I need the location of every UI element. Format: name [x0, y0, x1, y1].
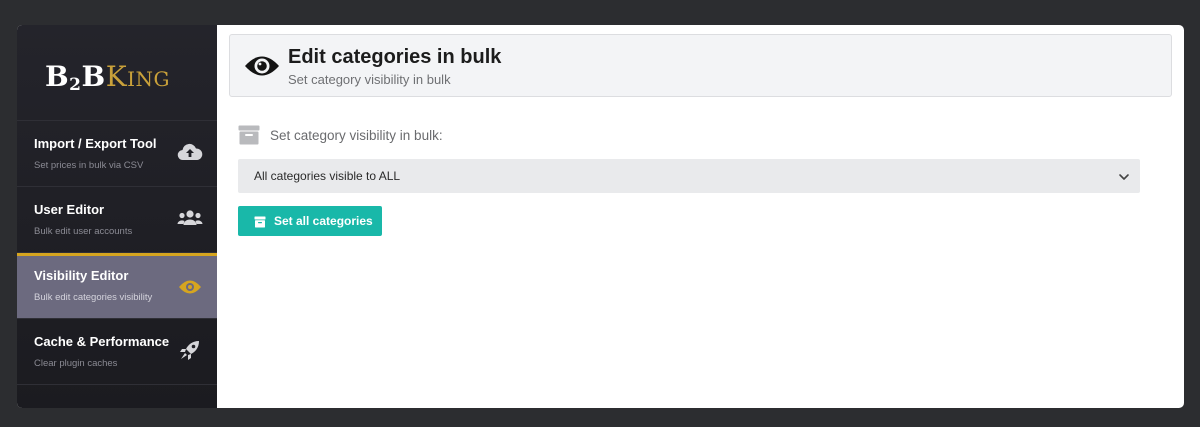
set-all-categories-button[interactable]: Set all categories	[238, 206, 382, 236]
eye-icon	[244, 51, 280, 81]
sidebar-item-user-editor[interactable]: User Editor Bulk edit user accounts	[17, 187, 217, 253]
field-label: Set category visibility in bulk:	[270, 127, 443, 143]
chevron-down-icon	[1118, 170, 1130, 182]
field-label-row: Set category visibility in bulk:	[238, 123, 443, 147]
rocket-icon	[177, 339, 203, 361]
eye-icon	[177, 276, 203, 298]
brand-logo: B2BKing	[17, 25, 217, 121]
brand-logo-text: B2BKing	[45, 60, 170, 95]
users-icon	[177, 207, 203, 229]
select-value: All categories visible to ALL	[254, 169, 401, 183]
cloud-upload-icon	[177, 141, 203, 163]
archive-icon	[254, 215, 266, 228]
page-title: Edit categories in bulk	[288, 46, 502, 68]
main-content: Edit categories in bulk Set category vis…	[217, 25, 1184, 408]
page-header: Edit categories in bulk Set category vis…	[229, 34, 1172, 97]
sidebar-item-import-export[interactable]: Import / Export Tool Set prices in bulk …	[17, 121, 217, 187]
archive-icon	[238, 125, 260, 145]
app-window: B2BKing Import / Export Tool Set prices …	[17, 25, 1184, 408]
page-subtitle: Set category visibility in bulk	[288, 72, 451, 87]
visibility-select[interactable]: All categories visible to ALL	[238, 159, 1140, 193]
sidebar-item-cache-performance[interactable]: Cache & Performance Clear plugin caches	[17, 319, 217, 385]
button-label: Set all categories	[274, 214, 373, 228]
sidebar: B2BKing Import / Export Tool Set prices …	[17, 25, 217, 408]
sidebar-item-visibility-editor[interactable]: Visibility Editor Bulk edit categories v…	[17, 253, 217, 319]
